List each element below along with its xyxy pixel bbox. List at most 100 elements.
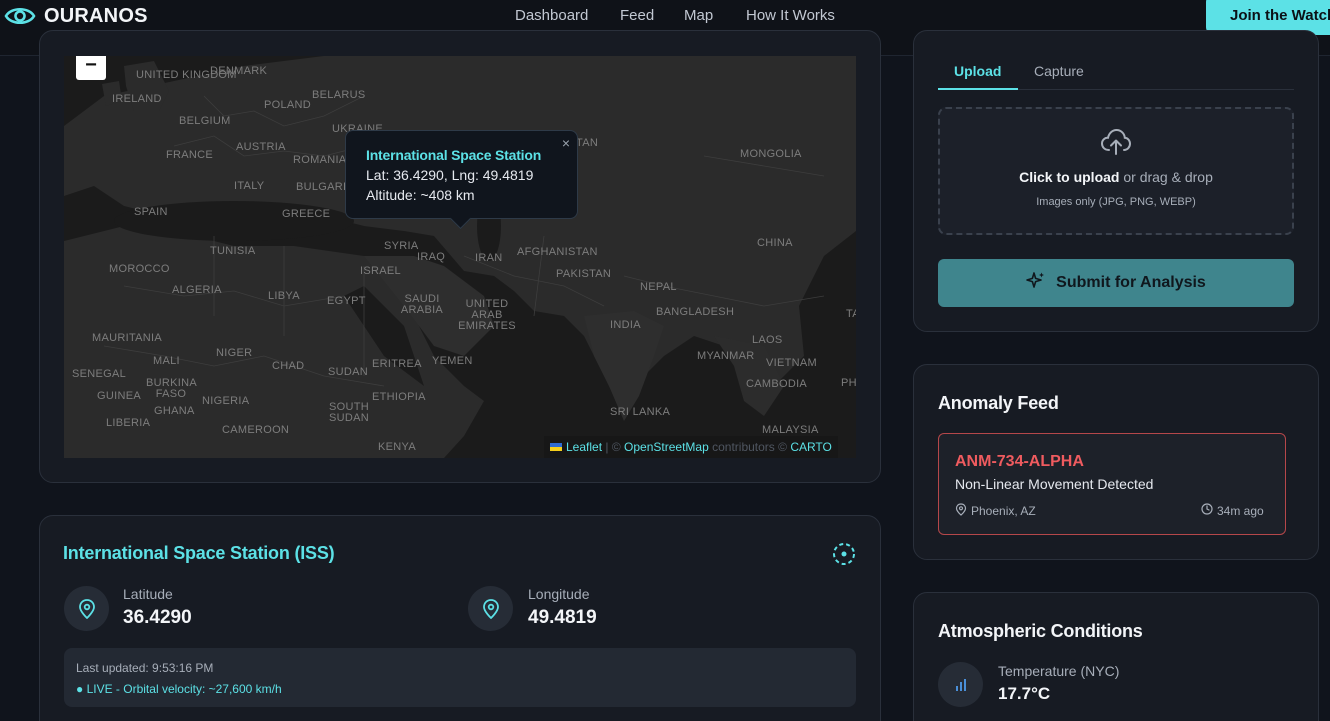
- drag-drop-text: or drag & drop: [1119, 169, 1213, 185]
- anomaly-id: ANM-734-ALPHA: [955, 453, 1084, 470]
- map-label: SYRIA: [384, 240, 419, 252]
- map-label: PAKISTAN: [556, 268, 612, 280]
- map-label: NIGERIA: [202, 395, 250, 407]
- nav-feed[interactable]: Feed: [620, 7, 654, 24]
- longitude-label: Longitude: [528, 586, 590, 602]
- nav-map[interactable]: Map: [684, 7, 713, 24]
- map-label: SOUTH SUDAN: [328, 401, 369, 424]
- carto-link[interactable]: CARTO: [790, 440, 832, 454]
- map-label: ROMANIA: [293, 154, 347, 166]
- nav-dashboard[interactable]: Dashboard: [515, 7, 588, 24]
- map-label: TUNISIA: [210, 245, 256, 257]
- bar-chart-icon: [938, 662, 983, 707]
- map-attribution: Leaflet | © OpenStreetMap contributors ©…: [544, 436, 838, 458]
- map-label: BURKINA FASO: [146, 377, 197, 400]
- anomaly-feed-title: Anomaly Feed: [938, 393, 1059, 413]
- map-label: SENEGAL: [72, 368, 127, 380]
- latitude-pin-icon: [64, 586, 109, 631]
- map-label: TA: [846, 308, 856, 320]
- brand-name: OURANOS: [44, 4, 148, 27]
- popup-altitude: Altitude: ~408 km: [366, 187, 475, 203]
- map-label: NIGER: [216, 347, 253, 359]
- brand[interactable]: OURANOS: [4, 2, 148, 30]
- map-label: LIBYA: [268, 290, 300, 302]
- attribution-contributors: contributors ©: [712, 440, 787, 454]
- iss-map-popup: × International Space Station Lat: 36.42…: [345, 130, 578, 219]
- anomaly-description: Non-Linear Movement Detected: [955, 476, 1154, 492]
- anomaly-time-text: 34m ago: [1217, 503, 1264, 518]
- popup-lat-lng: Lat: 36.4290, Lng: 49.4819: [366, 167, 534, 183]
- anomaly-location-text: Phoenix, AZ: [971, 504, 1036, 518]
- world-map[interactable]: UNITED KINGDOM IRELAND DENMARK BELARUS P…: [64, 56, 856, 458]
- map-label: MYANMAR: [697, 350, 755, 362]
- dropzone-file-types: Images only (JPG, PNG, WEBP): [1036, 196, 1196, 208]
- map-label: ERITREA: [372, 358, 422, 370]
- longitude-value: 49.4819: [528, 607, 597, 628]
- clock-icon: [1201, 503, 1213, 518]
- anomaly-time: 34m ago: [1201, 503, 1264, 518]
- map-label: CHINA: [757, 237, 793, 249]
- map-label: MALAYSIA: [762, 424, 819, 436]
- map-label: LIBERIA: [106, 417, 151, 429]
- popup-title: International Space Station: [366, 147, 542, 163]
- nav-how-it-works[interactable]: How It Works: [746, 7, 835, 24]
- map-label: YEMEN: [432, 355, 473, 367]
- map-label: TAN: [576, 137, 599, 149]
- dropzone-instructions: Click to upload or drag & drop: [938, 169, 1294, 185]
- tracking-icon[interactable]: [832, 542, 856, 571]
- live-status-text: ● LIVE - Orbital velocity: ~27,600 km/h: [76, 682, 282, 696]
- leaflet-link[interactable]: Leaflet: [566, 440, 602, 454]
- map-label: MOROCCO: [109, 263, 170, 275]
- temperature-label: Temperature (NYC): [998, 663, 1120, 679]
- map-label: NEPAL: [640, 281, 677, 293]
- openstreetmap-link[interactable]: OpenStreetMap: [624, 440, 709, 454]
- map-label: ITALY: [234, 180, 265, 192]
- map-label: ETHIOPIA: [372, 391, 426, 403]
- eye-icon: [4, 2, 36, 30]
- tab-capture[interactable]: Capture: [1034, 63, 1084, 79]
- map-label: EGYPT: [327, 295, 366, 307]
- popup-close-icon[interactable]: ×: [562, 135, 570, 151]
- map-label: DENMARK: [210, 65, 268, 77]
- map-label: UNITED ARAB EMIRATES: [458, 298, 516, 332]
- map-label: IRELAND: [112, 93, 162, 105]
- cloud-upload-icon: [1100, 128, 1132, 161]
- map-label: MALI: [153, 355, 180, 367]
- map-label: SRI LANKA: [610, 406, 671, 418]
- map-label: CHAD: [272, 360, 305, 372]
- map-label: ALGERIA: [172, 284, 222, 296]
- active-tab-indicator: [938, 88, 1018, 90]
- map-label: IRAQ: [417, 251, 446, 263]
- anomaly-location: Phoenix, AZ: [955, 503, 1036, 519]
- map-label: CAMEROON: [222, 424, 290, 436]
- map-label: AFGHANISTAN: [517, 246, 598, 258]
- map-label: ISRAEL: [360, 265, 401, 277]
- latitude-label: Latitude: [123, 586, 173, 602]
- map-label: MONGOLIA: [740, 148, 802, 160]
- map-label: MAURITANIA: [92, 332, 163, 344]
- iss-status-box: [64, 648, 856, 707]
- zoom-out-button[interactable]: −: [76, 55, 106, 80]
- map-label: KENYA: [378, 441, 416, 453]
- temperature-value: 17.7°C: [998, 684, 1051, 703]
- sparkles-icon: [1026, 271, 1046, 296]
- map-label: SPAIN: [134, 206, 168, 218]
- map-label: CAMBODIA: [746, 378, 808, 390]
- map-label: SAUDI ARABIA: [400, 293, 444, 316]
- map-label: POLAND: [264, 99, 312, 111]
- submit-label: Submit for Analysis: [1056, 274, 1206, 291]
- map-label: INDIA: [610, 319, 641, 331]
- map-label: FRANCE: [166, 149, 214, 161]
- map-label: BELARUS: [312, 89, 366, 101]
- map-label: BELGIUM: [179, 115, 231, 127]
- map-label: IRAN: [475, 252, 503, 264]
- map-label: LAOS: [752, 334, 783, 346]
- submit-for-analysis-button[interactable]: Submit for Analysis: [938, 259, 1294, 307]
- latitude-value: 36.4290: [123, 607, 192, 628]
- tab-upload[interactable]: Upload: [954, 63, 1001, 79]
- attribution-separator: |: [605, 440, 609, 454]
- map-label: SUDAN: [328, 366, 369, 378]
- map-label: BANGLADESH: [656, 306, 735, 318]
- last-updated-text: Last updated: 9:53:16 PM: [76, 661, 214, 675]
- map-label: GUINEA: [97, 390, 141, 402]
